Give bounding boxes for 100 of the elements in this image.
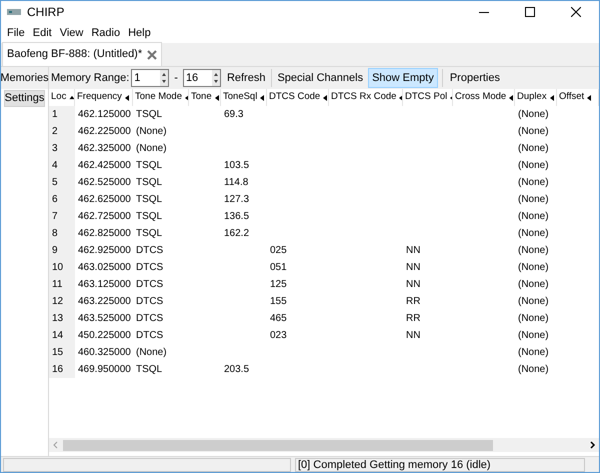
table-cell-text: DTCS (135, 261, 164, 275)
column-header[interactable]: Duplex (515, 89, 557, 106)
column-header[interactable]: Tone Mode (133, 89, 189, 106)
close-icon (571, 7, 581, 17)
table-cell-text: 051 (269, 261, 288, 275)
table-cell-text: 460.325000 (77, 346, 132, 360)
table-cell: 3 (49, 140, 75, 157)
range-spinbox[interactable]: 16 (182, 69, 221, 87)
table-cell: 7 (49, 208, 75, 225)
show-empty-button[interactable]: Show Empty (368, 68, 438, 88)
table-cell: 1 (49, 106, 75, 123)
table-cell-text: 450.225000 (77, 329, 132, 343)
table-cell: 4 (49, 157, 75, 174)
table-cell: 2 (49, 123, 75, 140)
table-cell-text: (None) (517, 261, 550, 275)
table-cell-text: NN (405, 244, 422, 258)
table-cell-text: 114.8 (223, 176, 250, 190)
side-tab[interactable]: Settings (4, 90, 45, 107)
table-cell-text: (None) (517, 363, 550, 377)
table-cell-text: (None) (517, 210, 550, 224)
menu-item[interactable]: Edit (28, 24, 56, 42)
column-header[interactable]: Offset (557, 89, 599, 106)
table-cell-text: 127.3 (223, 193, 250, 207)
special-channels-button[interactable]: Special Channels (274, 68, 366, 88)
table-cell-text: 462.225000 (77, 125, 132, 139)
spin-arrows-icon[interactable] (160, 70, 168, 86)
table-cell-text: 462.525000 (77, 176, 132, 190)
table-cell: 10 (49, 259, 75, 276)
table-cell-text: 462.425000 (77, 159, 132, 173)
table-cell-text: (None) (517, 142, 550, 156)
table-cell-text: TSQL (135, 210, 164, 224)
column-header[interactable]: Tone (189, 89, 221, 106)
table-cell-text: DTCS (135, 244, 164, 258)
column-header[interactable]: DTCS Code (267, 89, 329, 106)
table-cell-text: (None) (517, 227, 550, 241)
table-cell: 15 (49, 344, 75, 361)
range-separator: - (173, 70, 179, 86)
table-cell-text: 462.825000 (77, 227, 132, 241)
table-cell-text: (None) (517, 295, 550, 309)
table-cell-text: 462.325000 (77, 142, 132, 156)
document-tab[interactable]: Baofeng BF-888: (Untitled)* (2, 42, 162, 66)
table-cell-text: TSQL (135, 363, 164, 377)
menu-item[interactable]: View (56, 24, 88, 42)
table-cell-text: (None) (135, 142, 168, 156)
table-cell-text: TSQL (135, 227, 164, 241)
table-cell-text: (None) (517, 159, 550, 173)
menu-item[interactable]: Help (124, 24, 155, 42)
close-tab-icon[interactable] (147, 50, 158, 60)
table-cell-text: DTCS (135, 278, 164, 292)
table-cell-text: 125 (269, 278, 288, 292)
table-cell-text: 162.2 (223, 227, 250, 241)
properties-button[interactable]: Properties (444, 68, 505, 88)
table-cell-text: (None) (517, 108, 550, 122)
table-cell-text: (None) (517, 244, 550, 258)
window-title: CHIRP (27, 4, 64, 21)
table-cell-text: 463.225000 (77, 295, 132, 309)
range-spinbox[interactable]: 1 (131, 69, 170, 87)
table-cell-text: 462.725000 (77, 210, 132, 224)
table-cell-text: DTCS (135, 329, 164, 343)
table-cell-text: RR (405, 312, 422, 326)
table-cell-text: 465 (269, 312, 288, 326)
table-cell: 14 (49, 327, 75, 344)
table-cell: 6 (49, 191, 75, 208)
menu-item[interactable]: Radio (87, 24, 124, 42)
column-header[interactable]: Cross Mode (453, 89, 515, 106)
column-header[interactable]: DTCS Rx Code (329, 89, 403, 106)
table-cell: 12 (49, 293, 75, 310)
horizontal-scrollbar-thumb[interactable] (63, 440, 493, 450)
table-cell-text: NN (405, 261, 422, 275)
table-cell-text: 462.625000 (77, 193, 132, 207)
menu-item[interactable]: File (3, 24, 29, 42)
table-cell: 9 (49, 242, 75, 259)
column-header[interactable]: DTCS Pol (403, 89, 453, 106)
table-cell-text: DTCS (135, 312, 164, 326)
table-cell-text: (None) (517, 346, 550, 360)
table-cell-text: 155 (269, 295, 288, 309)
table-cell-text: 203.5 (223, 363, 250, 377)
table-cell-text: NN (405, 278, 422, 292)
table-cell-text: 462.925000 (77, 244, 132, 258)
table-cell-text: (None) (517, 193, 550, 207)
refresh-button[interactable]: Refresh (222, 68, 270, 88)
table-cell-text: TSQL (135, 159, 164, 173)
column-header[interactable]: Frequency (75, 89, 133, 106)
table-cell-text: 69.3 (223, 108, 244, 122)
table-cell-text: 023 (269, 329, 288, 343)
table-cell-text: (None) (517, 176, 550, 190)
table-cell-text: 463.025000 (77, 261, 132, 275)
table-cell: 5 (49, 174, 75, 191)
column-header[interactable]: ToneSql (221, 89, 267, 106)
table-cell-text: 136.5 (223, 210, 250, 224)
table-cell-text: (None) (135, 346, 168, 360)
app-icon (7, 8, 21, 16)
table-cell-text: (None) (135, 125, 168, 139)
table-cell-text: 025 (269, 244, 288, 258)
side-tab[interactable]: Memories (1, 67, 48, 89)
spin-arrows-icon[interactable] (212, 70, 220, 86)
table-cell-text: TSQL (135, 108, 164, 122)
table-cell-text: 103.5 (223, 159, 250, 173)
status-message: [0] Completed Getting memory 16 (idle) (295, 458, 585, 472)
table-cell-text: (None) (517, 329, 550, 343)
